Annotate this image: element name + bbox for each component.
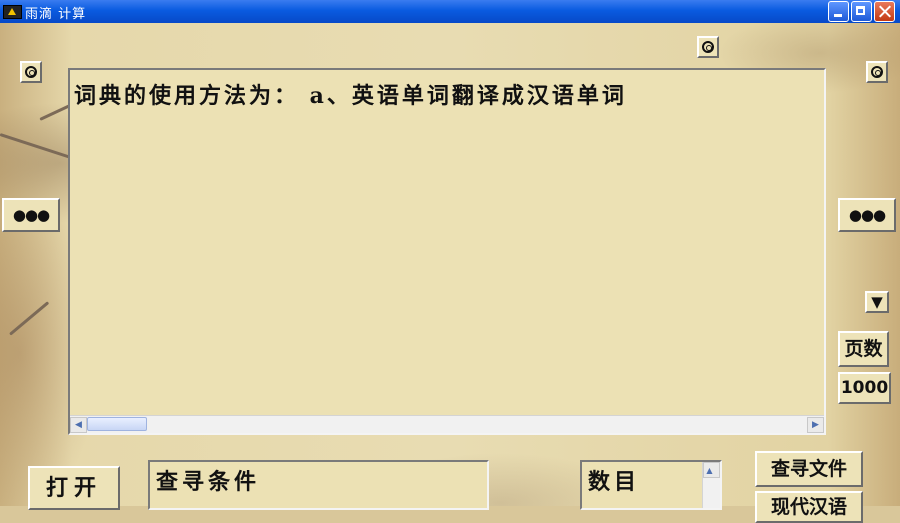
- open-button[interactable]: 打开: [28, 466, 120, 510]
- minimize-button[interactable]: [828, 1, 849, 22]
- down-arrow-button[interactable]: ▼: [865, 291, 889, 313]
- find-file-button[interactable]: 查寻文件: [755, 451, 863, 487]
- dictionary-instructions: 词典的使用方法为： a、英语单词翻译成汉语单词: [74, 83, 627, 109]
- count-field[interactable]: 数目 ▲: [580, 460, 722, 510]
- page-label-button[interactable]: 页数: [838, 331, 889, 367]
- circle-icon: [871, 66, 883, 78]
- search-condition-label: 查寻条件: [156, 469, 261, 495]
- right-dots-button[interactable]: ●●●: [838, 198, 896, 232]
- page-count-button[interactable]: 1000: [838, 372, 891, 404]
- branch-decoration: [9, 301, 50, 336]
- horizontal-scrollbar[interactable]: ◀ ▶: [70, 415, 824, 433]
- top-center-circle-button[interactable]: [697, 36, 719, 58]
- title-bar[interactable]: 雨滴 计算: [0, 0, 900, 23]
- top-left-circle-button[interactable]: [20, 61, 42, 83]
- scroll-right-icon[interactable]: ▶: [807, 417, 824, 433]
- scroll-up-icon[interactable]: ▲: [703, 462, 720, 478]
- top-right-circle-button[interactable]: [866, 61, 888, 83]
- search-condition-field[interactable]: 查寻条件: [148, 460, 489, 510]
- close-button[interactable]: [874, 1, 895, 22]
- modern-chinese-button[interactable]: 现代汉语: [755, 491, 863, 523]
- left-dots-button[interactable]: ●●●: [2, 198, 60, 232]
- count-label: 数目: [588, 469, 641, 495]
- window-title: 雨滴 计算: [25, 7, 87, 22]
- circle-icon: [25, 66, 37, 78]
- count-scrollbar[interactable]: ▲: [702, 462, 720, 508]
- scroll-thumb[interactable]: [87, 417, 147, 431]
- maximize-button[interactable]: [851, 1, 872, 22]
- app-icon[interactable]: [3, 5, 22, 19]
- circle-icon: [702, 41, 714, 53]
- scroll-left-icon[interactable]: ◀: [70, 417, 87, 433]
- dictionary-text-panel[interactable]: 词典的使用方法为： a、英语单词翻译成汉语单词 ◀ ▶: [68, 68, 826, 435]
